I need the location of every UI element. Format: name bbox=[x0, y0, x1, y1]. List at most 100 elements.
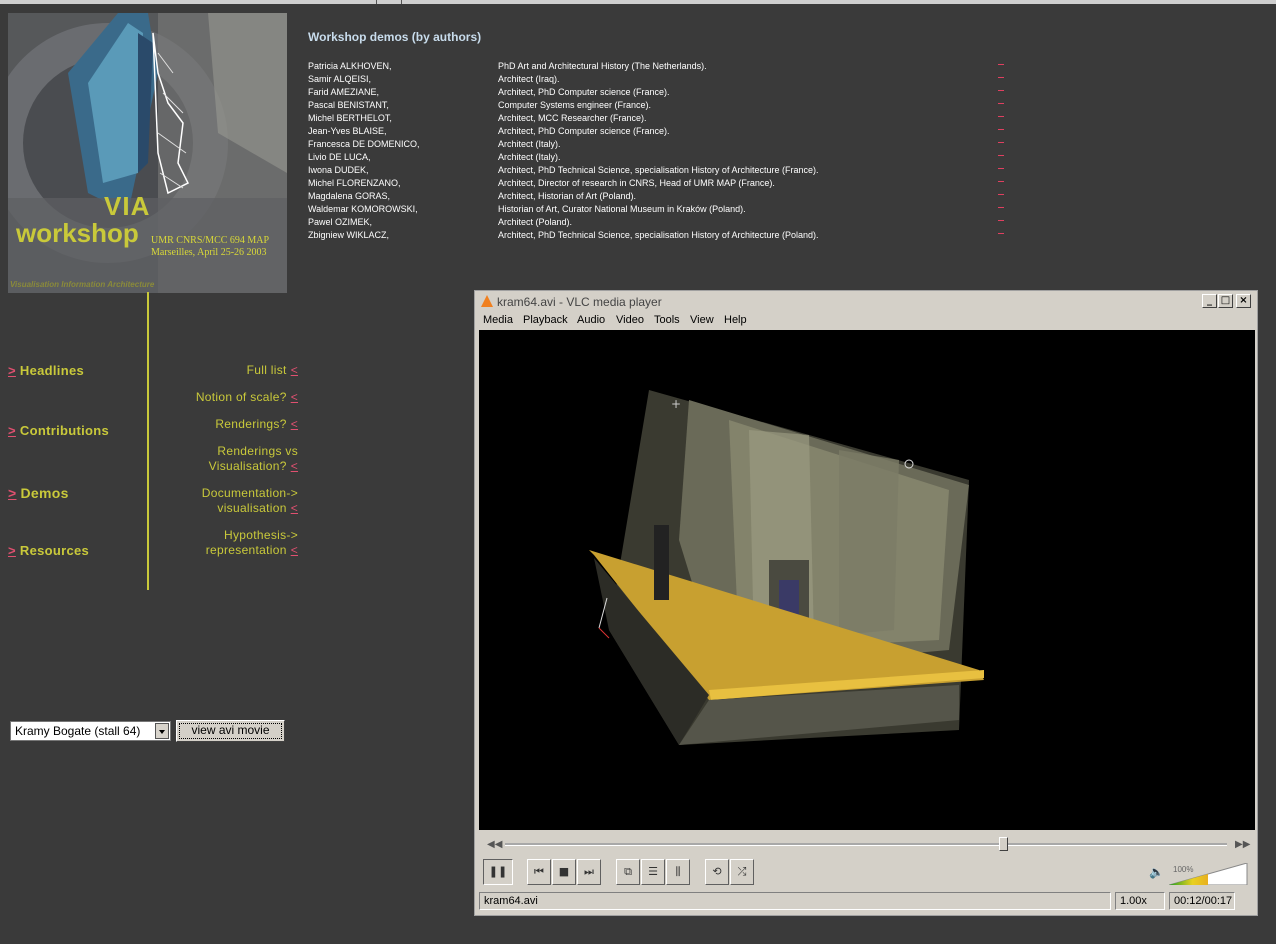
nav-arrow: > bbox=[8, 363, 16, 378]
author-name: Francesca DE DOMENICO, bbox=[308, 139, 420, 149]
demo-link[interactable] bbox=[998, 77, 1004, 78]
movie-select-value: Kramy Bogate (stall 64) bbox=[15, 724, 141, 738]
demo-row: Patricia ALKHOVEN, PhD Art and Architectu… bbox=[308, 61, 1028, 74]
author-name: Farid AMEZIANE, bbox=[308, 87, 380, 97]
nav-arrow: > bbox=[8, 485, 17, 501]
author-description: Architect (Italy). bbox=[498, 152, 561, 162]
view-avi-movie-button[interactable]: view avi movie bbox=[176, 720, 285, 742]
playlist-button[interactable]: ☰ bbox=[641, 859, 665, 885]
nav-contributions-label: Contributions bbox=[19, 423, 110, 438]
demo-link[interactable] bbox=[998, 90, 1004, 91]
demo-link[interactable] bbox=[998, 194, 1004, 195]
video-frame[interactable]: + bbox=[479, 330, 1255, 830]
sub-label: Notion of scale? bbox=[195, 390, 287, 404]
sub-arrow: < bbox=[290, 543, 298, 557]
sub-hypothesis-representation-link[interactable]: Hypothesis-> representation < bbox=[206, 528, 298, 558]
author-description: PhD Art and Architectural History (The N… bbox=[498, 61, 707, 71]
menu-video[interactable]: Video bbox=[616, 314, 644, 326]
seek-track[interactable] bbox=[505, 843, 1227, 846]
demo-list: Patricia ALKHOVEN, PhD Art and Architectu… bbox=[308, 61, 1028, 243]
fullscreen-button[interactable]: ⧉ bbox=[616, 859, 640, 885]
author-name: Samir ALQEISI, bbox=[308, 74, 372, 84]
demo-link[interactable] bbox=[998, 233, 1004, 234]
sub-label: Full list bbox=[246, 363, 287, 377]
nav-contributions-link[interactable]: > Contributions bbox=[8, 423, 109, 438]
vlc-menubar: Media Playback Audio Video Tools View He… bbox=[475, 312, 1257, 330]
author-name: Jean-Yves BLAISE, bbox=[308, 126, 387, 136]
seek-bar[interactable]: ◀◀ ▶▶ bbox=[479, 836, 1255, 852]
demo-link[interactable] bbox=[998, 181, 1004, 182]
seek-forward-icon[interactable]: ▶▶ bbox=[1235, 839, 1250, 850]
sub-full-list-link[interactable]: Full list < bbox=[247, 363, 298, 378]
demo-row: Magdalena GORAS, Architect, Historian of … bbox=[308, 191, 1028, 204]
sub-label: Renderings? bbox=[215, 417, 287, 431]
nav-arrow: > bbox=[8, 543, 16, 558]
close-icon[interactable]: × bbox=[1236, 294, 1251, 308]
sub-label-2: visualisation bbox=[217, 501, 287, 515]
via-workshop-logo: VIA workshop UMR CNRS/MCC 694 MAP Marsei… bbox=[8, 13, 287, 293]
author-description: Architect (Poland). bbox=[498, 217, 573, 227]
demo-link[interactable] bbox=[998, 220, 1004, 221]
menu-view[interactable]: View bbox=[690, 314, 714, 326]
extended-settings-button[interactable]: ⫼ bbox=[666, 859, 690, 885]
demo-link[interactable] bbox=[998, 64, 1004, 65]
movie-select[interactable]: Kramy Bogate (stall 64) bbox=[10, 721, 171, 741]
nav-resources-label: Resources bbox=[19, 543, 90, 558]
vlc-title-bar[interactable]: kram64.avi - VLC media player _ □ × bbox=[475, 291, 1257, 312]
previous-button[interactable]: ⏮ bbox=[527, 859, 551, 885]
playback-speed[interactable]: 1.00x bbox=[1115, 892, 1165, 910]
sub-arrow: < bbox=[290, 417, 298, 431]
seek-back-icon[interactable]: ◀◀ bbox=[487, 839, 502, 850]
stop-button[interactable]: ■ bbox=[552, 859, 576, 885]
maximize-icon[interactable]: □ bbox=[1218, 294, 1233, 308]
author-name: Patricia ALKHOVEN, bbox=[308, 61, 392, 71]
chevron-down-icon[interactable] bbox=[155, 723, 169, 739]
author-description: Architect, PhD Computer science (France)… bbox=[498, 87, 670, 97]
sub-notion-of-scale-link[interactable]: Notion of scale? < bbox=[196, 390, 298, 405]
seek-handle[interactable] bbox=[999, 837, 1009, 851]
status-filename: kram64.avi bbox=[479, 892, 1111, 910]
demo-row: Michel FLORENZANO, Architect, Director of… bbox=[308, 178, 1028, 191]
menu-playback[interactable]: Playback bbox=[523, 314, 568, 326]
menu-media[interactable]: Media bbox=[483, 314, 513, 326]
demo-link[interactable] bbox=[998, 129, 1004, 130]
pause-button[interactable]: ❚❚ bbox=[483, 859, 513, 885]
demo-link[interactable] bbox=[998, 103, 1004, 104]
author-name: Michel BERTHELOT, bbox=[308, 113, 392, 123]
sub-documentation-visualisation-link[interactable]: Documentation-> visualisation < bbox=[202, 486, 298, 516]
author-description: Architect, Historian of Art (Poland). bbox=[498, 191, 637, 201]
nav-demos-link[interactable]: > Demos bbox=[8, 485, 69, 501]
sub-renderings-link[interactable]: Renderings? < bbox=[215, 417, 298, 432]
sub-arrow: < bbox=[290, 390, 298, 404]
sub-renderings-vs-visualisation-link[interactable]: Renderings vs Visualisation? < bbox=[209, 444, 298, 474]
next-button[interactable]: ⏭ bbox=[577, 859, 601, 885]
menu-help[interactable]: Help bbox=[724, 314, 747, 326]
vlc-cone-icon bbox=[481, 295, 493, 307]
nav-headlines-link[interactable]: > Headlines bbox=[8, 363, 84, 378]
loop-button[interactable]: ⟲ bbox=[705, 859, 729, 885]
demo-row: Pascal BENISTANT, Computer Systems engine… bbox=[308, 100, 1028, 113]
menu-tools[interactable]: Tools bbox=[654, 314, 680, 326]
nav-resources-link[interactable]: > Resources bbox=[8, 543, 89, 558]
speaker-icon[interactable]: 🔈 bbox=[1149, 865, 1164, 879]
demo-link[interactable] bbox=[998, 116, 1004, 117]
author-description: Computer Systems engineer (France). bbox=[498, 100, 652, 110]
author-name: Pawel OZIMEK, bbox=[308, 217, 373, 227]
author-description: Architect, Director of research in CNRS,… bbox=[498, 178, 775, 188]
vlc-title-text: kram64.avi - VLC media player bbox=[497, 295, 662, 309]
demo-link[interactable] bbox=[998, 155, 1004, 156]
shuffle-button[interactable]: ⤮ bbox=[730, 859, 754, 885]
demo-row: Michel BERTHELOT, Architect, MCC Research… bbox=[308, 113, 1028, 126]
menu-audio[interactable]: Audio bbox=[577, 314, 605, 326]
vlc-window: kram64.avi - VLC media player _ □ × Medi… bbox=[474, 290, 1258, 916]
demo-link[interactable] bbox=[998, 142, 1004, 143]
author-name: Magdalena GORAS, bbox=[308, 191, 391, 201]
author-description: Architect (Italy). bbox=[498, 139, 561, 149]
minimize-icon[interactable]: _ bbox=[1202, 294, 1217, 308]
demo-link[interactable] bbox=[998, 207, 1004, 208]
playback-time[interactable]: 00:12/00:17 bbox=[1169, 892, 1235, 910]
demo-link[interactable] bbox=[998, 168, 1004, 169]
author-name: Livio DE LUCA, bbox=[308, 152, 371, 162]
volume-label: 100% bbox=[1173, 865, 1194, 874]
nav-headlines-label: Headlines bbox=[19, 363, 85, 378]
